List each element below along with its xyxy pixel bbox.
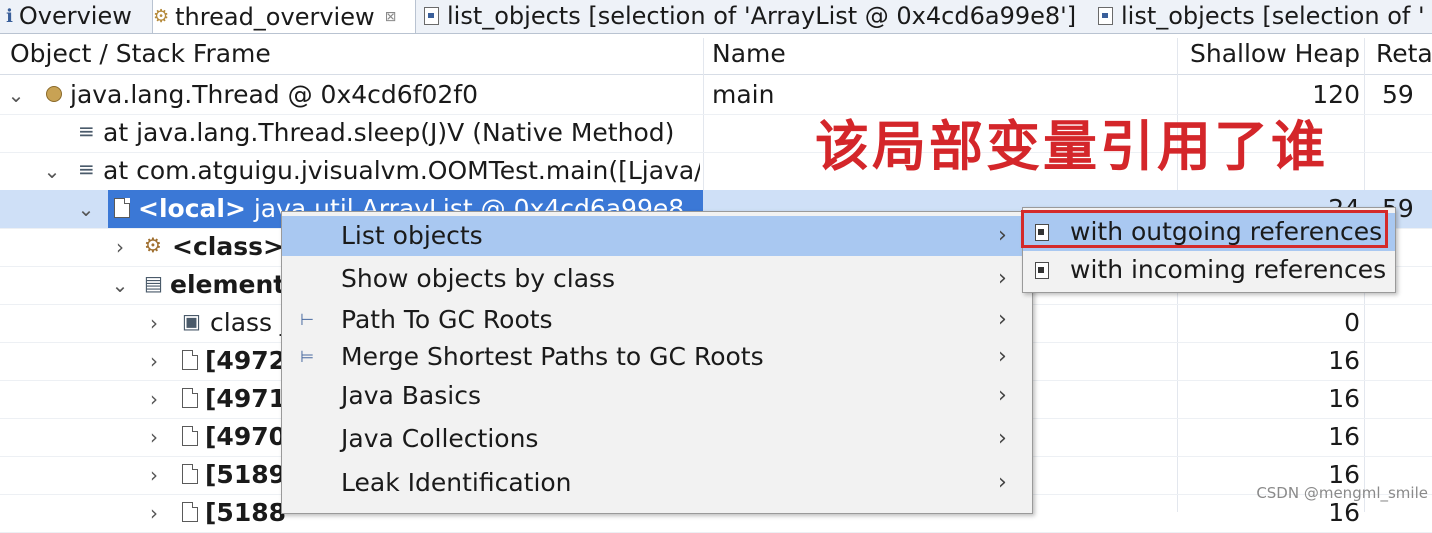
menu-item-label: Export Snapshot — [341, 505, 548, 513]
class-icon: ▣ — [182, 309, 201, 333]
object-icon — [114, 198, 130, 218]
row-label: <class> c — [172, 228, 292, 266]
object-icon — [182, 388, 198, 408]
expand-icon[interactable]: › — [144, 380, 164, 418]
chevron-right-icon: › — [998, 266, 1007, 291]
chevron-right-icon: › — [998, 426, 1007, 451]
chevron-right-icon: › — [998, 344, 1007, 369]
column-header-shallow-heap[interactable]: Shallow Heap — [1190, 34, 1360, 74]
thread-icon: ⚙ — [153, 6, 170, 27]
incoming-icon — [1035, 262, 1049, 279]
array-icon: ▤ — [144, 271, 163, 295]
column-header-retained-heap[interactable]: Reta — [1376, 34, 1432, 74]
expand-icon[interactable]: ⌄ — [110, 266, 130, 304]
row-shallow-heap: 16 — [1328, 384, 1360, 413]
doc-icon — [1098, 7, 1113, 25]
chevron-right-icon: › — [998, 505, 1007, 513]
highlight-box — [1021, 210, 1388, 248]
row-label: at com.atguigu.jvisualvm.OOMTest.main([L… — [103, 156, 700, 185]
doc-icon — [424, 7, 439, 25]
editor-tab-strip: ℹ Overview ⚙ thread_overview ⊠ list_obje… — [0, 0, 1432, 34]
menu-item-export-snapshot[interactable]: ⇪ Export Snapshot › — [282, 505, 1032, 513]
watermark: CSDN @mengml_smile — [1256, 484, 1428, 502]
menu-item-label: Java Collections — [341, 424, 539, 453]
row-label: [4970 — [205, 422, 285, 451]
expand-icon[interactable]: › — [144, 418, 164, 456]
tab-list-objects-2-label: list_objects [selection of ' — [1121, 2, 1425, 30]
tab-list-objects-1-label: list_objects [selection of 'ArrayList @ … — [447, 2, 1077, 30]
class-icon: ⚙ — [144, 233, 162, 257]
object-icon — [182, 502, 198, 522]
column-header-object[interactable]: Object / Stack Frame — [10, 34, 700, 74]
menu-item-show-objects-by-class[interactable]: Show objects by class › — [282, 259, 1032, 299]
tab-overview[interactable]: ℹ Overview — [6, 0, 148, 32]
object-icon — [182, 350, 198, 370]
row-shallow-heap: 16 — [1328, 422, 1360, 451]
tab-list-objects-2[interactable]: list_objects [selection of ' — [1098, 0, 1432, 32]
submenu-item-incoming-references[interactable]: with incoming references — [1023, 251, 1395, 289]
thread-icon — [46, 86, 62, 102]
row-label: class j — [210, 308, 287, 337]
row-shallow-heap: 16 — [1328, 346, 1360, 375]
row-label: java.lang.Thread @ 0x4cd6f02f0 — [70, 80, 479, 109]
expand-icon[interactable]: › — [144, 494, 164, 532]
menu-item-label: List objects — [341, 221, 483, 250]
row-label: [4971 — [205, 384, 285, 413]
row-label: at java.lang.Thread.sleep(J)V (Native Me… — [103, 118, 675, 147]
menu-item-label: Show objects by class — [341, 264, 616, 293]
chevron-right-icon: › — [998, 223, 1007, 248]
menu-item-java-basics[interactable]: Java Basics › — [282, 376, 1032, 416]
menu-item-merge-shortest-paths[interactable]: ⊨ Merge Shortest Paths to GC Roots › — [282, 337, 1032, 377]
submenu-item-label: with incoming references — [1070, 255, 1387, 284]
menu-item-java-collections[interactable]: Java Collections › — [282, 419, 1032, 459]
expand-icon[interactable]: › — [110, 228, 130, 266]
chevron-right-icon: › — [998, 470, 1007, 495]
tab-close-icon[interactable]: ⊠ — [385, 9, 397, 25]
expand-icon[interactable]: ⌄ — [76, 190, 96, 228]
expand-icon[interactable]: › — [144, 304, 164, 342]
class-field-label: <class> — [172, 232, 284, 261]
expand-icon[interactable]: › — [144, 456, 164, 494]
chevron-right-icon: › — [998, 383, 1007, 408]
menu-item-leak-identification[interactable]: Leak Identification › — [282, 463, 1032, 503]
row-label: [5189 — [205, 460, 285, 489]
expand-icon[interactable]: ⌄ — [42, 152, 62, 190]
menu-item-label: Java Basics — [341, 381, 481, 410]
object-icon — [182, 426, 198, 446]
annotation-text: 该局部变量引用了谁 — [815, 114, 1328, 178]
menu-item-label: Leak Identification — [341, 468, 572, 497]
tab-list-objects-1[interactable]: list_objects [selection of 'ArrayList @ … — [424, 0, 1090, 32]
local-variable-label: <local> — [138, 194, 246, 223]
row-label: [5188 — [205, 498, 285, 527]
merge-icon: ⊨ — [300, 347, 314, 366]
menu-item-label: Merge Shortest Paths to GC Roots — [341, 342, 764, 371]
context-menu: List objects › Show objects by class › ⊢… — [281, 211, 1033, 514]
chevron-right-icon: › — [998, 307, 1007, 332]
row-label: [4972 — [205, 346, 285, 375]
table-header: Object / Stack Frame Name Shallow Heap R… — [0, 34, 1432, 75]
expand-icon[interactable]: › — [144, 342, 164, 380]
menu-item-label: Path To GC Roots — [341, 305, 553, 334]
row-label: elementD — [170, 270, 290, 299]
object-icon — [182, 464, 198, 484]
menu-item-list-objects[interactable]: List objects › — [282, 216, 1032, 256]
expand-icon[interactable]: ⌄ — [6, 76, 26, 114]
path-icon: ⊢ — [300, 310, 314, 329]
tab-overview-label: Overview — [18, 2, 132, 30]
menu-item-path-to-gc-roots[interactable]: ⊢ Path To GC Roots › — [282, 300, 1032, 340]
tab-thread-overview-label: thread_overview — [175, 2, 375, 31]
stack-frame-icon: ≡ — [78, 157, 95, 181]
row-shallow-heap: 0 — [1344, 308, 1360, 337]
tab-thread-overview[interactable]: ⚙ thread_overview ⊠ — [152, 0, 416, 33]
column-header-name[interactable]: Name — [712, 34, 1172, 74]
info-icon: ℹ — [6, 5, 13, 27]
stack-frame-icon: ≡ — [78, 119, 95, 143]
